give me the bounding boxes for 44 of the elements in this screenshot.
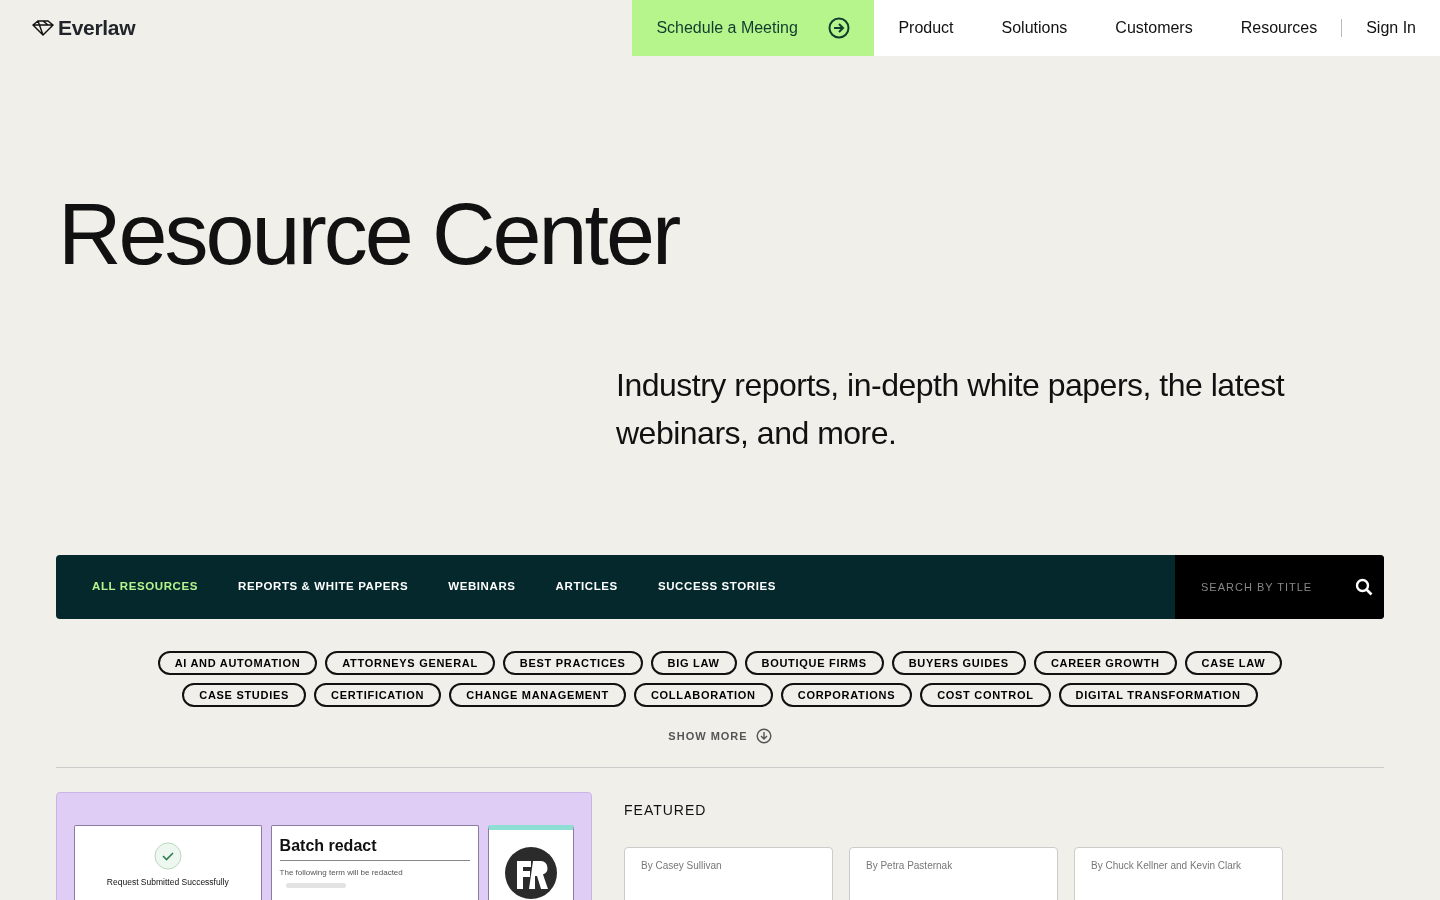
section-heading: FEATURED	[624, 801, 708, 821]
search-icon[interactable]	[1355, 577, 1373, 596]
arrow-down-icon	[755, 728, 772, 745]
filter-tab[interactable]: ARTICLES	[535, 578, 638, 596]
tag-chip[interactable]: ATTORNEYS GENERAL	[325, 650, 495, 675]
tag-chip[interactable]: CORPORATIONS	[780, 682, 913, 707]
check-icon	[153, 842, 182, 871]
arrow-right-icon	[828, 17, 851, 39]
tag-chip[interactable]: DIGITAL TRANSFORMATION	[1058, 682, 1258, 707]
article-card[interactable]: By Casey Sullivan	[624, 847, 833, 900]
nav-link[interactable]: Resources	[1216, 16, 1342, 40]
tag-chip[interactable]: COST CONTROL	[920, 682, 1051, 707]
tag-chip[interactable]: COLLABORATION	[633, 682, 773, 707]
tag-chip[interactable]: BUYERS GUIDES	[891, 650, 1026, 675]
filter-tab[interactable]: REPORTS & WHITE PAPERS	[218, 578, 429, 596]
schedule-meeting-button[interactable]: Schedule a Meeting	[632, 0, 875, 56]
tag-chip[interactable]: BOUTIQUE FIRMS	[744, 650, 884, 675]
nav-link[interactable]: Product	[874, 16, 978, 40]
sign-in-link[interactable]: Sign In	[1342, 16, 1440, 40]
tag-chip[interactable]: CHANGE MANAGEMENT	[449, 682, 626, 707]
page-subtitle: Industry reports, in-depth white papers, the latest webinars, and more.	[616, 365, 1286, 453]
mock-heading: Batch redact	[279, 826, 471, 862]
diamond-icon	[32, 20, 54, 36]
page-title: Resource Center	[58, 186, 680, 283]
article-card[interactable]: By Chuck Kellner and Kevin Clark	[1074, 847, 1283, 900]
show-more-button[interactable]: SHOW MORE	[662, 726, 778, 746]
filter-tab[interactable]: ALL RESOURCES	[72, 578, 218, 596]
filter-tab[interactable]: SUCCESS STORIES	[637, 578, 796, 596]
tag-chip[interactable]: CAREER GROWTH	[1033, 650, 1177, 675]
tag-chip[interactable]: BEST PRACTICES	[502, 650, 643, 675]
tag-chip[interactable]: CERTIFICATION	[314, 682, 442, 707]
tag-chip[interactable]: AI AND AUTOMATION	[157, 650, 318, 675]
article-card[interactable]: By Petra Pasternak	[849, 847, 1058, 900]
brand-logo[interactable]: Everlaw	[24, 12, 136, 44]
mock-text: The following term will be redacted	[279, 867, 404, 880]
search-field[interactable]: SEARCH BY TITLE	[1199, 577, 1339, 597]
placeholder-line	[285, 883, 346, 889]
filter-tab[interactable]: WEBINARS	[428, 578, 536, 596]
nav-link[interactable]: Solutions	[977, 16, 1092, 40]
nav-link[interactable]: Customers	[1091, 16, 1217, 40]
tag-chip[interactable]: CASE LAW	[1184, 650, 1283, 675]
tag-chip[interactable]: CASE STUDIES	[182, 682, 306, 707]
tag-chip[interactable]: BIG LAW	[650, 650, 737, 675]
mock-text: Request Submitted Successfully	[106, 876, 229, 890]
